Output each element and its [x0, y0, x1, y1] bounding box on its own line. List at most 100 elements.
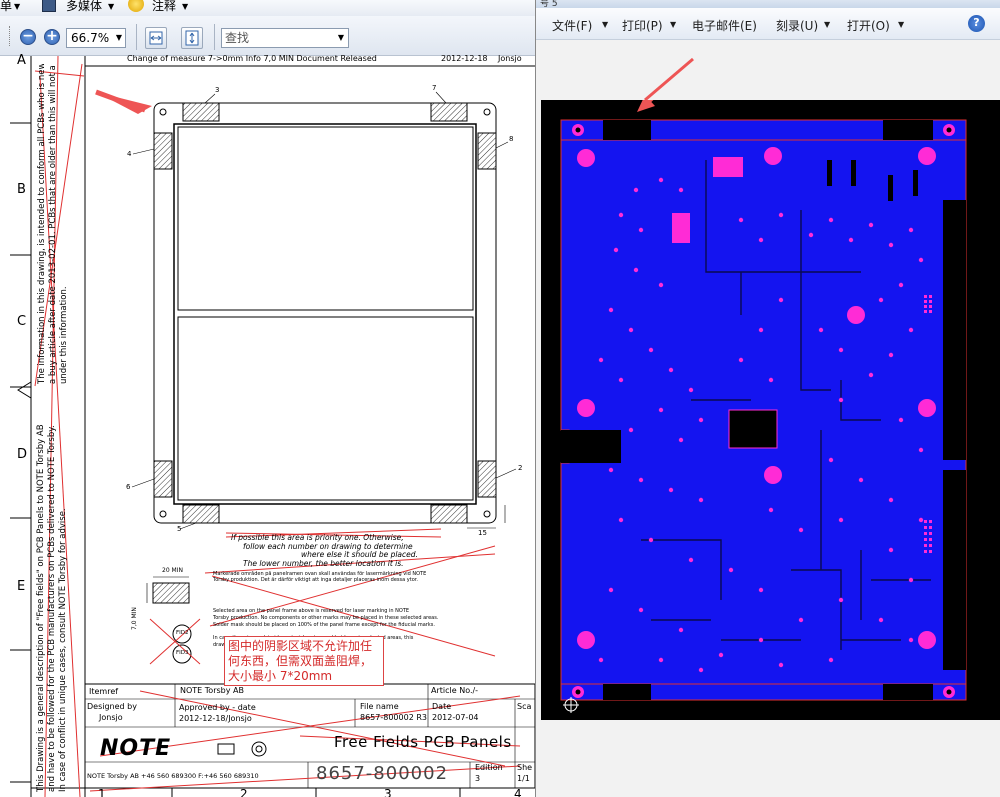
leader-line [179, 522, 197, 530]
chevron-down-icon[interactable]: ▼ [602, 20, 608, 29]
column-number: 4 [514, 787, 522, 797]
side-line: This Drawing is a general description of… [36, 424, 46, 792]
window-title-bar: 号 5 [536, 0, 1000, 9]
row-letter: D [17, 447, 28, 462]
fiducial-label: FID3 [176, 650, 189, 656]
designed-value: Jonsjo [99, 713, 123, 722]
component-pad [672, 213, 690, 243]
area-number-label: 3 [215, 86, 220, 94]
component-pad [713, 157, 743, 177]
side-line: a buy article after date 2013-02-01. PCB… [48, 65, 58, 384]
leader-line [204, 93, 216, 104]
leader-line [435, 91, 447, 104]
toolbar-grip [9, 26, 11, 46]
mounting-pad [577, 149, 595, 167]
viewer-toolbar: 文件(F) ▼ 打印(P) ▼ 电子邮件(E) 刻录(U) ▼ 打开(O) ▼ … [536, 8, 1000, 40]
help-button[interactable]: ? [968, 15, 985, 32]
dimension-label: 15 [478, 529, 487, 537]
menu-burn[interactable]: 刻录(U) [776, 17, 818, 34]
find-placeholder: 查找 [225, 31, 250, 45]
fit-page-icon[interactable] [181, 27, 203, 49]
edition-label: Edition [475, 763, 503, 772]
filename-label: File name [360, 702, 399, 711]
laser-area-1 [430, 504, 468, 524]
find-input[interactable]: 查找 ▼ [221, 28, 349, 48]
leader-line [495, 141, 509, 149]
toolbar-divider [214, 24, 215, 50]
component-body [913, 170, 918, 196]
chevron-down-icon[interactable]: ▼ [116, 29, 122, 47]
tooling-hole [483, 108, 491, 116]
fiducial [575, 689, 581, 695]
menu-email[interactable]: 电子邮件(E) [692, 17, 757, 34]
tooling-hole [483, 510, 491, 518]
sheet-value: 1/1 [517, 774, 530, 783]
annotation-note[interactable]: 图中的阴影区域不允许加任何东西，但需双面盖阻焊，大小最小 7*20mm [224, 636, 384, 686]
mounting-pad [918, 399, 936, 417]
pcb-area-top [177, 126, 474, 311]
document-number: 8657-800002 [316, 763, 449, 784]
pcb-layout [560, 60, 967, 713]
area-number-label: 4 [127, 150, 132, 158]
designed-label: Designed by [87, 702, 137, 711]
laser-area-6 [153, 460, 173, 498]
chevron-down-icon: ▼ [182, 2, 189, 11]
article-label: Article No./- [431, 686, 479, 695]
instruction-line: Selected area on the panel frame above i… [213, 608, 410, 614]
leader-line [132, 148, 155, 155]
priority-text: If possible this area is priority one. O… [231, 533, 418, 568]
side-information: The information in this drawing, is inte… [37, 64, 70, 384]
revision-by: Jonsjo [498, 54, 522, 63]
note-logo: NOTE [100, 736, 172, 761]
menu-open[interactable]: 打开(O) [847, 17, 890, 34]
chevron-down-icon[interactable]: ▼ [898, 20, 904, 29]
projection-symbol [217, 743, 235, 755]
zoom-in-button[interactable]: + [44, 29, 60, 45]
pdf-toolbar: − + 66.7% ▼ 查找 ▼ [0, 16, 535, 56]
chevron-down-icon[interactable]: ▼ [338, 29, 344, 47]
component-body [827, 160, 832, 186]
free-field [603, 120, 651, 140]
area-number-label: 7 [432, 84, 437, 92]
chevron-down-icon: ▼ [14, 2, 21, 11]
leader-line [131, 478, 155, 488]
laser-area-2 [477, 460, 497, 498]
side-line: and have to be followed for the PCB manu… [47, 425, 57, 792]
edge-strip [943, 200, 966, 460]
approved-label: Approved by - date [179, 703, 256, 712]
zoom-level-value: 66.7% [71, 31, 110, 45]
dimension-label: 7,0 MIN [131, 607, 138, 630]
zoom-out-button[interactable]: − [20, 29, 36, 45]
min-size-hatch [152, 582, 190, 604]
row-letter: C [17, 314, 27, 329]
chevron-down-icon[interactable]: ▼ [824, 20, 830, 29]
zoom-level-field[interactable]: 66.7% ▼ [66, 28, 126, 48]
laser-area-7 [430, 102, 468, 122]
revision-text: Change of measure 7->0mm Info 7,0 MIN Do… [127, 54, 377, 63]
menu-item-comment[interactable]: 注释 [152, 0, 176, 14]
tooling-hole [159, 108, 167, 116]
side-disclaimer: This Drawing is a general description of… [36, 424, 69, 792]
date-label: Date [432, 702, 452, 711]
fit-width-icon[interactable] [145, 27, 167, 49]
priority-line: The lower number, the better location it… [243, 558, 404, 568]
mounting-pad [577, 631, 595, 649]
cutout [561, 430, 621, 463]
menu-item-multimedia[interactable]: 多媒体 [66, 0, 102, 14]
menu-print[interactable]: 打印(P) [622, 17, 663, 34]
mounting-pad [764, 147, 782, 165]
desktop: 单 ▼ 多媒体 ▼ 注释 ▼ − + 66.7% ▼ 查找 ▼ A B C D … [0, 0, 1000, 797]
fiducial [946, 689, 952, 695]
red-arrow [95, 89, 146, 113]
menu-file[interactable]: 文件(F) [552, 17, 592, 34]
chevron-down-icon[interactable]: ▼ [670, 20, 676, 29]
pdf-viewer-window: 单 ▼ 多媒体 ▼ 注释 ▼ − + 66.7% ▼ 查找 ▼ A B C D … [0, 0, 535, 797]
sheet-label: She [517, 763, 533, 772]
instruction-line: Torsby production. No components or othe… [213, 615, 439, 621]
dimension-label: 20 MIN [162, 567, 183, 574]
pdf-document-page: A B C D E 1 2 3 4 Change of measure 7->0… [0, 53, 535, 797]
itemref-label: Itemref [89, 687, 119, 696]
area-number-label: 6 [126, 483, 131, 491]
menu-item-form[interactable]: 单 [0, 0, 12, 14]
comment-icon [128, 0, 144, 12]
